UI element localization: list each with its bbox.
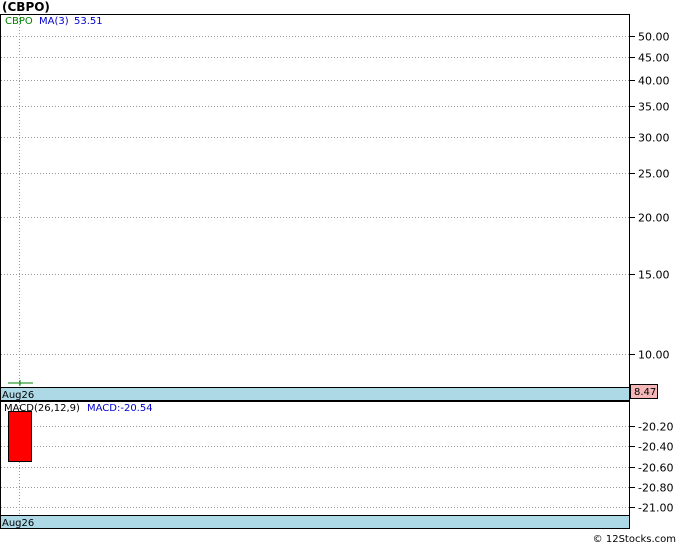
macd-value-label: MACD:-20.54 [87, 403, 153, 414]
macd-tick-label: -21.00 [638, 502, 673, 515]
macd-date-bar [0, 515, 630, 529]
price-tick-label: 10.00 [638, 349, 670, 362]
price-tick-label: 15.00 [638, 269, 670, 282]
price-date-bar [0, 387, 630, 401]
price-tick-label: 20.00 [638, 212, 670, 225]
price-tick-label: 45.00 [638, 52, 670, 65]
macd-tick-label: -20.20 [638, 421, 673, 434]
macd-y-axis: -20.20 -20.40 -20.60 -20.80 -21.00 [630, 421, 673, 515]
macd-panel: -20.20-20.40-20.60-20.80-21.00 MACD(26,1… [0, 401, 673, 529]
macd-bar [8, 411, 32, 462]
stock-chart: (CBPO) 50.00 45.00 40.00 35.00 30.00 25.00 20.… [0, 0, 676, 545]
last-price-label: 8.47 [634, 387, 656, 398]
ma-label: MA(3) [39, 16, 69, 27]
price-tick-label: 50.00 [638, 31, 670, 44]
macd-date-label: Aug26 [2, 518, 34, 529]
price-tick-label: 40.00 [638, 75, 670, 88]
price-plot-area [0, 14, 630, 388]
price-y-axis: 50.00 45.00 40.00 35.00 30.00 25.00 20.00 15.00… [630, 31, 670, 362]
macd-tick-label: -20.60 [638, 462, 673, 475]
price-panel: 50.00 45.00 40.00 35.00 30.00 25.00 20.00 15.00… [0, 14, 670, 401]
symbol-label: CBPO [5, 16, 33, 27]
price-tick-label: 25.00 [638, 168, 670, 181]
macd-tick-label: -20.80 [638, 482, 673, 495]
watermark: © 12Stocks.com [593, 534, 676, 545]
macd-plot-area [0, 401, 630, 516]
ma-value: 53.51 [74, 16, 103, 27]
price-date-label: Aug26 [2, 390, 34, 401]
chart-title: (CBPO) [2, 0, 50, 14]
macd-tick-label: -20.40 [638, 441, 673, 454]
price-tick-label: 30.00 [638, 132, 670, 145]
price-tick-label: 35.00 [638, 101, 670, 114]
price-legend: CBPO MA(3) 53.51 [5, 16, 103, 27]
